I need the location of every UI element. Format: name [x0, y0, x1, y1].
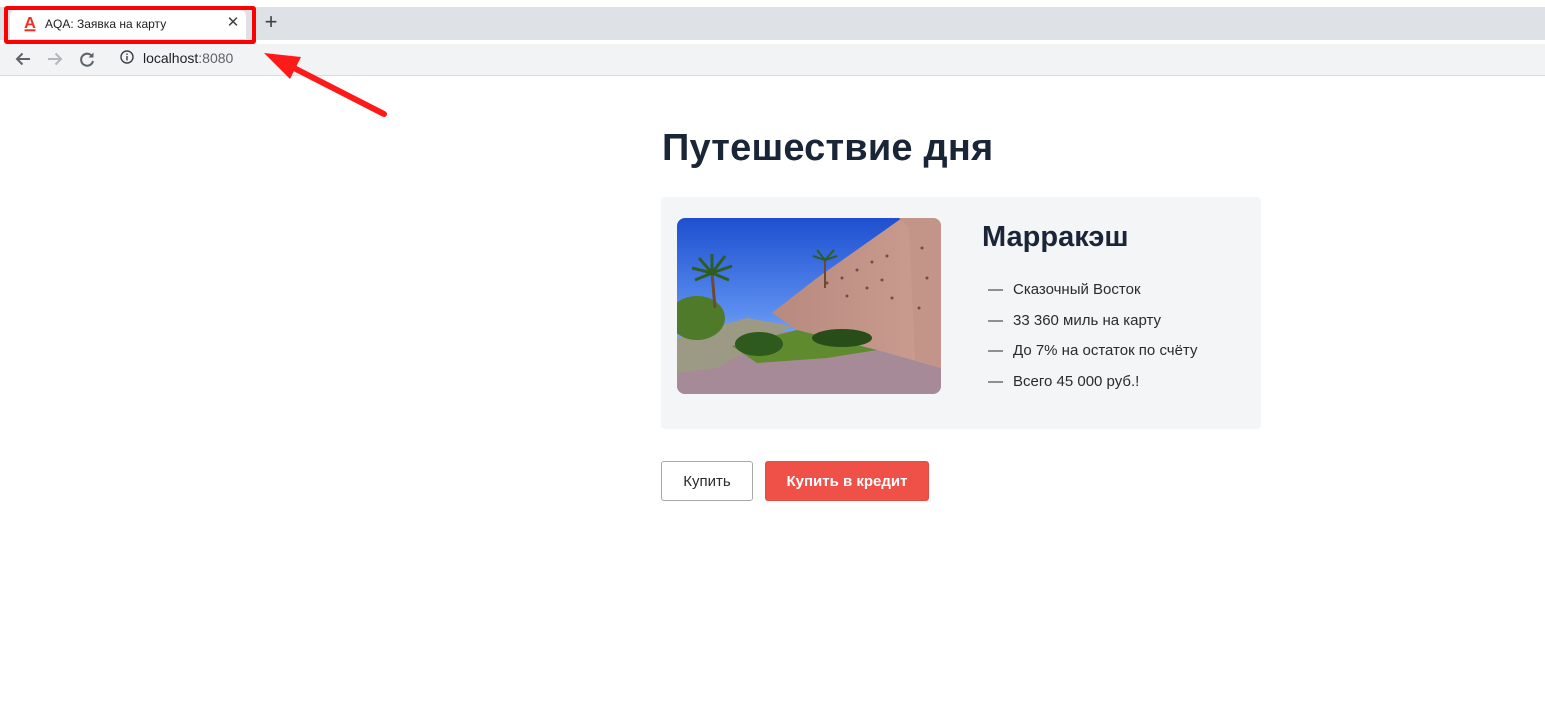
url-host: localhost	[143, 50, 199, 66]
reload-icon[interactable]	[78, 50, 96, 68]
feature-dash: —	[988, 281, 1003, 298]
feature-dash: —	[988, 372, 1003, 390]
buy-on-credit-button[interactable]: Купить в кредит	[765, 461, 929, 501]
feature-item: — Всего 45 000 руб.!	[988, 372, 1197, 403]
feature-text: До 7% на остаток по счёту	[1013, 342, 1198, 359]
offer-features: — Сказочный Восток —33 360 миль на карту …	[988, 280, 1197, 402]
info-icon[interactable]	[120, 50, 134, 64]
tab-strip: AQA: Заявка на карту ✕ +	[0, 7, 1545, 40]
url-port: :8080	[198, 50, 234, 66]
feature-dash: —	[988, 342, 1003, 359]
forward-arrow-icon[interactable]	[46, 50, 64, 68]
feature-item: — Сказочный Восток	[988, 280, 1197, 311]
close-icon[interactable]: ✕	[225, 15, 241, 31]
feature-text: Сказочный Восток	[1013, 281, 1141, 298]
offer-card: Марракэш — Сказочный Восток — 33 360 миль …	[661, 197, 1261, 429]
new-tab-button[interactable]: +	[262, 11, 280, 33]
browser-tab[interactable]: AQA: Заявка на карту ✕	[10, 10, 246, 39]
marrakesh-photo	[677, 218, 941, 394]
feature-dash: —	[988, 311, 1003, 329]
alfa-logo-icon	[24, 17, 36, 32]
page-title: Путешествие дня	[662, 127, 994, 169]
tab-title: AQA: Заявка на карту	[45, 17, 167, 31]
feature-item: — До 7% на остаток по счёту	[988, 341, 1197, 372]
url-text[interactable]: localhost:8080	[143, 50, 233, 66]
feature-item: — 33 360 миль на карту	[988, 311, 1197, 342]
buy-button[interactable]: Купить	[661, 461, 753, 501]
offer-city: Марракэш	[982, 221, 1129, 253]
feature-text: Всего 45 000 руб.!	[1013, 372, 1140, 390]
feature-text: 33 360 миль на карту	[1013, 311, 1162, 329]
address-bar[interactable]	[110, 47, 1545, 74]
back-arrow-icon[interactable]	[14, 50, 32, 68]
